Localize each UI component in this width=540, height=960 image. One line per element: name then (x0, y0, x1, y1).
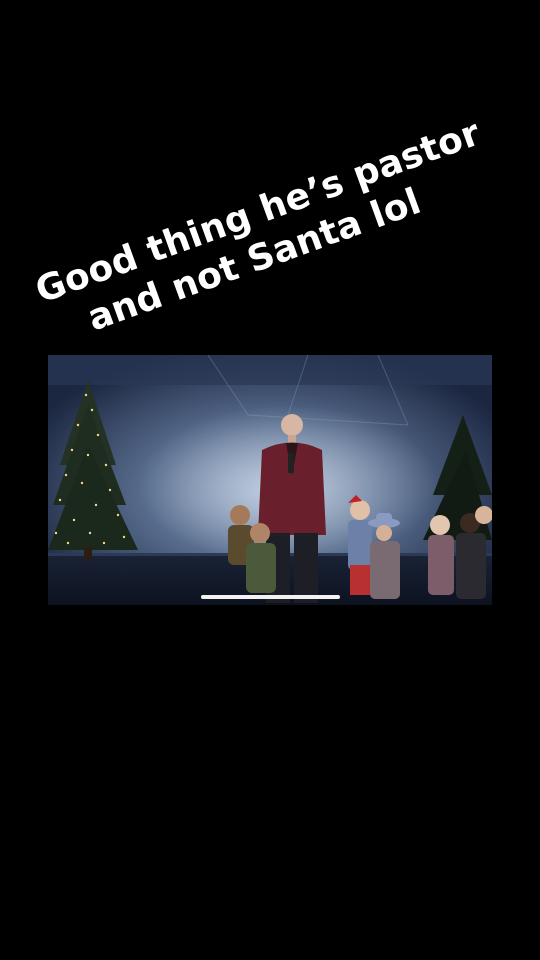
caption-overlay: Good thing he’s pastor and not Santa lol (30, 112, 485, 355)
stage-scene (48, 355, 492, 605)
video-frame[interactable] (48, 355, 492, 605)
video-screen[interactable]: Good thing he’s pastor and not Santa lol (0, 0, 540, 960)
playback-scrubber[interactable] (201, 595, 340, 599)
